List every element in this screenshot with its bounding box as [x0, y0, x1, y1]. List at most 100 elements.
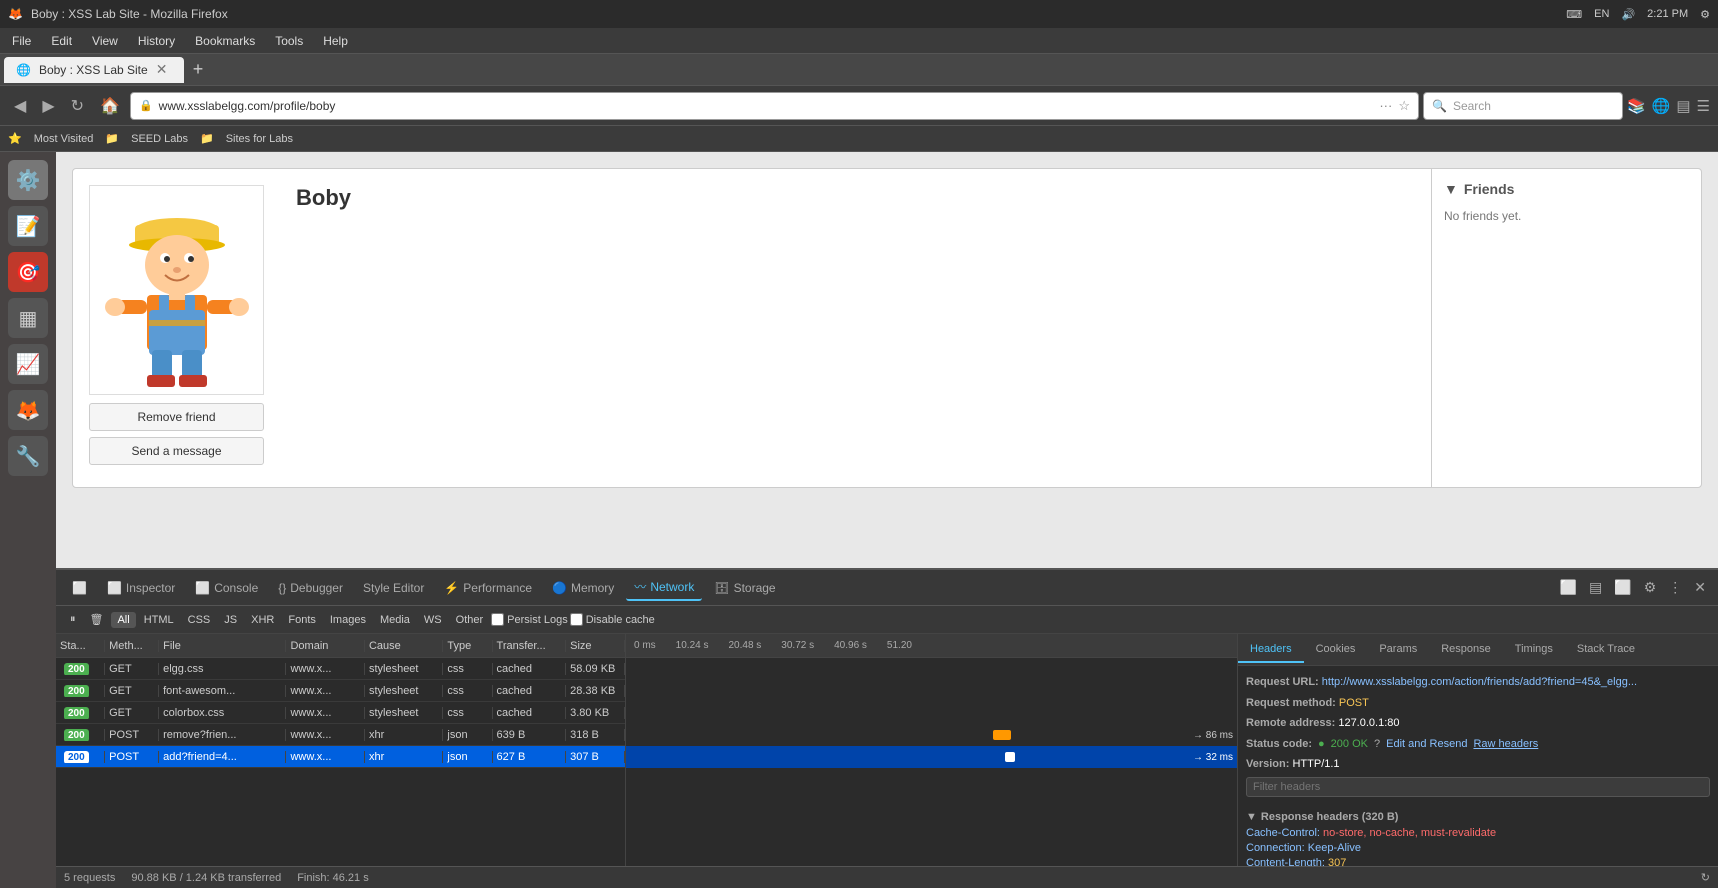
filter-html[interactable]: HTML — [138, 612, 180, 628]
table-row-selected[interactable]: 200 POST add?friend=4... www.x... xhr js… — [56, 746, 625, 768]
menu-view[interactable]: View — [84, 32, 126, 50]
main-layout: ⚙️ 📝 🎯 ▦ 📈 🦊 🔧 — [0, 152, 1718, 888]
devtools-debugger-btn[interactable]: {} Debugger — [270, 577, 351, 599]
disable-cache-checkbox[interactable]: Disable cache — [570, 613, 655, 626]
bookmark-seed-labs[interactable]: SEED Labs — [131, 133, 188, 145]
sidebar-icon-grid[interactable]: ▦ — [8, 298, 48, 338]
search-placeholder: Search — [1453, 99, 1491, 113]
filter-images[interactable]: Images — [324, 612, 372, 628]
url-more-icon[interactable]: ··· — [1379, 98, 1392, 114]
waterfall-time: → 86 ms — [1193, 730, 1233, 741]
net-table-header: Sta... Meth... File Domain Cause Type Tr… — [56, 634, 625, 658]
devtools-memory-btn[interactable]: 🔵 Memory — [544, 577, 622, 599]
sidebar-toggle-icon[interactable]: ▤ — [1676, 97, 1690, 115]
sidebar-icon-settings[interactable]: ⚙️ — [8, 160, 48, 200]
filter-fonts[interactable]: Fonts — [282, 612, 322, 628]
bookmark-sites-for-labs[interactable]: Sites for Labs — [226, 133, 293, 145]
search-bar[interactable]: 🔍 Search — [1423, 92, 1623, 120]
filter-media[interactable]: Media — [374, 612, 416, 628]
status-code-row: Status code: ● 200 OK ? Edit and Resend … — [1246, 736, 1710, 753]
table-row[interactable]: 200 GET elgg.css www.x... stylesheet css… — [56, 658, 625, 680]
table-row[interactable]: 200 POST remove?frien... www.x... xhr js… — [56, 724, 625, 746]
row-transfer: cached — [493, 707, 567, 719]
devtools-icons: ⬜ ▤ ⬜ ⚙ ⋮ ✕ — [1556, 577, 1710, 598]
sidebar-icon-wrench[interactable]: 🔧 — [8, 436, 48, 476]
sidebar-icon-firefox[interactable]: 🦊 — [8, 390, 48, 430]
reload-button[interactable]: ↻ — [65, 92, 90, 120]
menu-history[interactable]: History — [130, 32, 183, 50]
devtools-pause-btn[interactable]: ⏸ — [64, 611, 82, 628]
collapse-response-icon[interactable]: ▼ — [1246, 811, 1257, 823]
row-size: 58.09 KB — [566, 663, 625, 675]
devtools-responsive-btn[interactable]: ⬜ — [64, 577, 95, 599]
friends-content: No friends yet. — [1444, 209, 1689, 223]
devtools-network-btn[interactable]: 〰 Network — [626, 574, 702, 601]
friends-collapse-icon[interactable]: ▼ — [1444, 181, 1458, 197]
devtools-more-icon[interactable]: ⋮ — [1664, 577, 1686, 598]
devtools-console-btn[interactable]: ⬜ Console — [187, 577, 266, 599]
table-row[interactable]: 200 GET font-awesom... www.x... styleshe… — [56, 680, 625, 702]
table-row[interactable]: 200 GET colorbox.css www.x... stylesheet… — [56, 702, 625, 724]
row-status: 200 — [56, 663, 105, 675]
devtools-split-icon[interactable]: ⬜ — [1610, 577, 1635, 598]
detail-tab-params[interactable]: Params — [1367, 637, 1429, 663]
menu-bookmarks[interactable]: Bookmarks — [187, 32, 263, 50]
devtools-inspector-btn[interactable]: ⬜ Inspector — [99, 577, 183, 599]
persist-logs-checkbox[interactable]: Persist Logs — [491, 613, 568, 626]
browser-tab[interactable]: 🌐 Boby : XSS Lab Site ✕ — [4, 57, 184, 83]
devtools-clear-btn[interactable]: 🗑 — [84, 611, 110, 628]
devtools-panel: ⬜ ⬜ Inspector ⬜ Console {} Debugger Styl… — [56, 568, 1718, 888]
detail-tab-response[interactable]: Response — [1429, 637, 1503, 663]
filter-other[interactable]: Other — [450, 612, 490, 628]
devtools-dock-bottom-icon[interactable]: ⬜ — [1556, 577, 1581, 598]
firefox-icon: 🦊 — [8, 7, 23, 21]
devtools-close-icon[interactable]: ✕ — [1690, 577, 1710, 598]
menu-tools[interactable]: Tools — [267, 32, 311, 50]
menu-edit[interactable]: Edit — [43, 32, 80, 50]
new-tab-button[interactable]: + — [184, 57, 212, 83]
bookmark-most-visited[interactable]: Most Visited — [34, 133, 94, 145]
menu-file[interactable]: File — [4, 32, 39, 50]
sidebar-icon-red[interactable]: 🎯 — [8, 252, 48, 292]
detail-tab-timings[interactable]: Timings — [1503, 637, 1565, 663]
forward-button[interactable]: ▶ — [36, 92, 60, 120]
send-message-button[interactable]: Send a message — [89, 437, 264, 465]
url-bar[interactable]: 🔒 www.xsslabelgg.com/profile/boby ··· ☆ — [130, 92, 1419, 120]
detail-tab-stack-trace[interactable]: Stack Trace — [1565, 637, 1647, 663]
devtools-body: Sta... Meth... File Domain Cause Type Tr… — [56, 634, 1718, 866]
reload-icon[interactable]: ↻ — [1701, 871, 1710, 884]
waterfall-bar-post — [993, 730, 1011, 740]
devtools-dock-right-icon[interactable]: ▤ — [1585, 577, 1606, 598]
filter-headers-input[interactable] — [1246, 777, 1710, 797]
devtools-storage-btn[interactable]: 🗄 Storage — [706, 577, 783, 599]
filter-xhr[interactable]: XHR — [245, 612, 280, 628]
devtools-performance-btn[interactable]: ⚡ Performance — [436, 577, 540, 599]
devtools-style-editor-btn[interactable]: Style Editor — [355, 577, 432, 599]
menu-help[interactable]: Help — [315, 32, 356, 50]
row-domain: www.x... — [286, 707, 364, 719]
overflow-menu-icon[interactable]: ☰ — [1697, 97, 1710, 115]
url-actions: ··· ☆ — [1379, 98, 1410, 114]
filter-all[interactable]: All — [111, 612, 135, 628]
devtools-settings-icon[interactable]: ⚙ — [1640, 577, 1661, 598]
globe-icon[interactable]: 🌐 — [1652, 97, 1671, 115]
filter-ws[interactable]: WS — [418, 612, 448, 628]
tab-close-button[interactable]: ✕ — [156, 61, 168, 78]
filter-css[interactable]: CSS — [182, 612, 217, 628]
library-icon[interactable]: 📚 — [1627, 97, 1646, 115]
status-info-icon[interactable]: ? — [1374, 736, 1380, 753]
tabbar: 🌐 Boby : XSS Lab Site ✕ + — [0, 54, 1718, 86]
sidebar-icon-edit[interactable]: 📝 — [8, 206, 48, 246]
raw-headers-link[interactable]: Raw headers — [1473, 736, 1538, 753]
browser-toolbar-right: 📚 🌐 ▤ ☰ — [1627, 97, 1710, 115]
filter-js[interactable]: JS — [218, 612, 243, 628]
sidebar-icon-graph[interactable]: 📈 — [8, 344, 48, 384]
edit-resend-link[interactable]: Edit and Resend — [1386, 736, 1467, 753]
home-button[interactable]: 🏠 — [94, 92, 126, 120]
detail-tab-cookies[interactable]: Cookies — [1304, 637, 1368, 663]
profile-left-section: Remove friend Send a message — [73, 169, 280, 487]
remove-friend-button[interactable]: Remove friend — [89, 403, 264, 431]
bookmark-star-icon[interactable]: ☆ — [1398, 98, 1410, 114]
back-button[interactable]: ◀ — [8, 92, 32, 120]
detail-tab-headers[interactable]: Headers — [1238, 637, 1304, 663]
